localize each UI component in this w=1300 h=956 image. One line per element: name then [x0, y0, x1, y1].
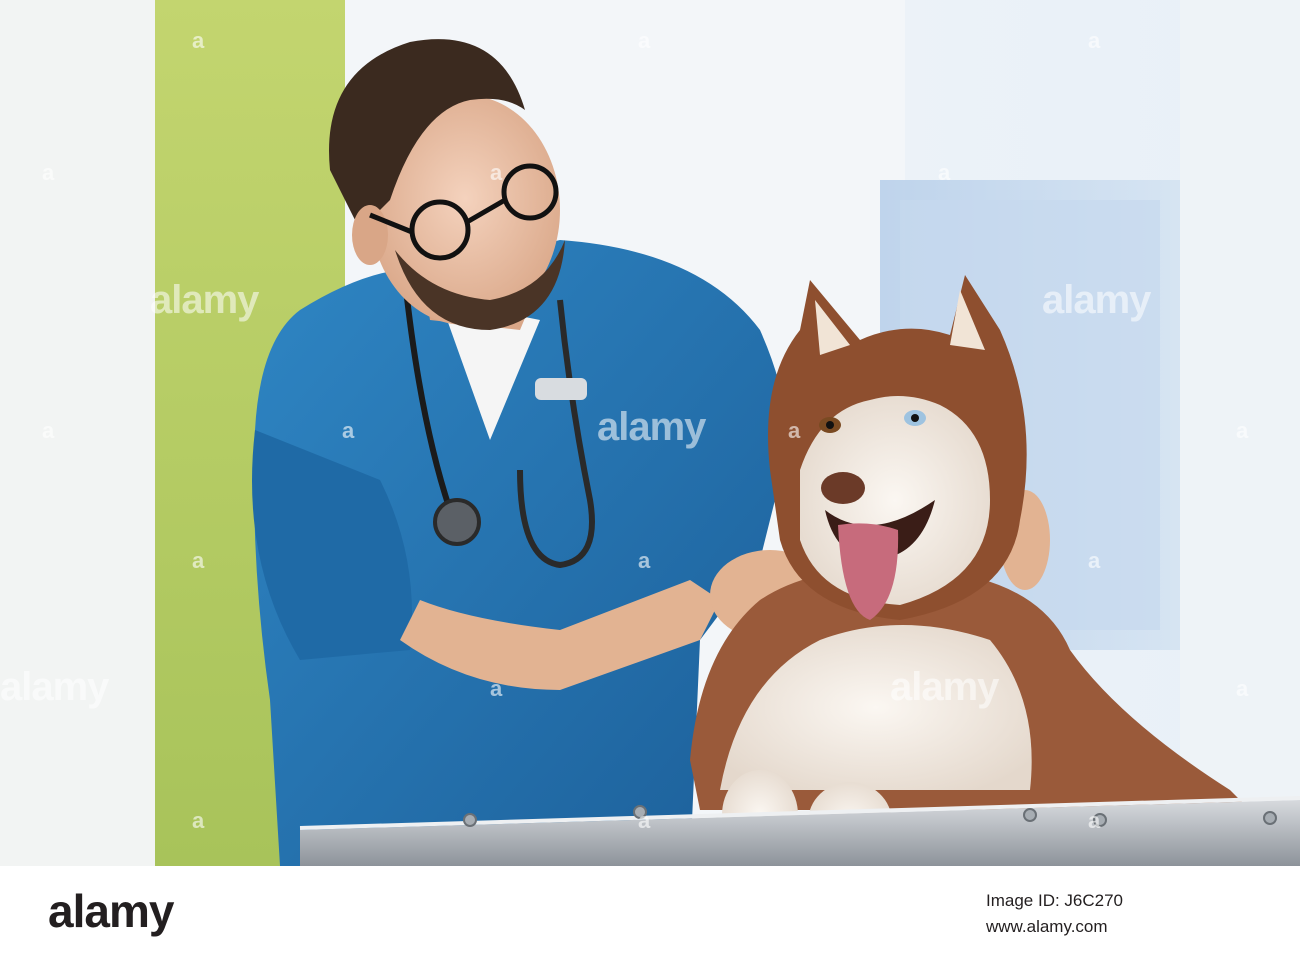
watermark-glyph: a	[938, 160, 951, 185]
watermark-text: alamy	[1042, 278, 1151, 322]
image-id-label: Image ID: J6C270	[986, 891, 1124, 910]
watermark-glyph: a	[638, 28, 651, 53]
watermark-glyph: a	[638, 548, 651, 573]
watermark-glyph: a	[42, 418, 55, 443]
stock-footer-bar: alamy Image ID: J6C270 www.alamy.com	[0, 866, 1300, 956]
watermark-glyph: a	[192, 28, 205, 53]
watermark-glyph: a	[1088, 548, 1101, 573]
watermark-glyph: a	[1236, 418, 1249, 443]
watermark-glyph: a	[42, 160, 55, 185]
site-url: www.alamy.com	[986, 917, 1108, 936]
watermark-glyph: a	[1236, 676, 1249, 701]
watermark-glyph: a	[788, 418, 801, 443]
alamy-logo: alamy	[48, 885, 174, 937]
watermark-text: alamy	[150, 278, 259, 322]
watermark-glyph: a	[490, 676, 503, 701]
watermark-glyph: a	[192, 548, 205, 573]
watermark-glyph: a	[342, 418, 355, 443]
watermark-glyph: a	[490, 160, 503, 185]
watermark-text: alamy	[890, 665, 999, 709]
image-id-block: Image ID: J6C270 www.alamy.com	[986, 888, 1123, 940]
watermark-text: alamy	[597, 405, 706, 449]
watermark-glyph: a	[638, 808, 651, 833]
stock-photo: alamy alamy alamy alamy alamy a a a a a …	[0, 0, 1300, 866]
watermark-text: alamy	[0, 665, 109, 709]
watermark-glyph: a	[192, 808, 205, 833]
watermark-glyph: a	[1088, 808, 1101, 833]
watermark-glyph: a	[1088, 28, 1101, 53]
